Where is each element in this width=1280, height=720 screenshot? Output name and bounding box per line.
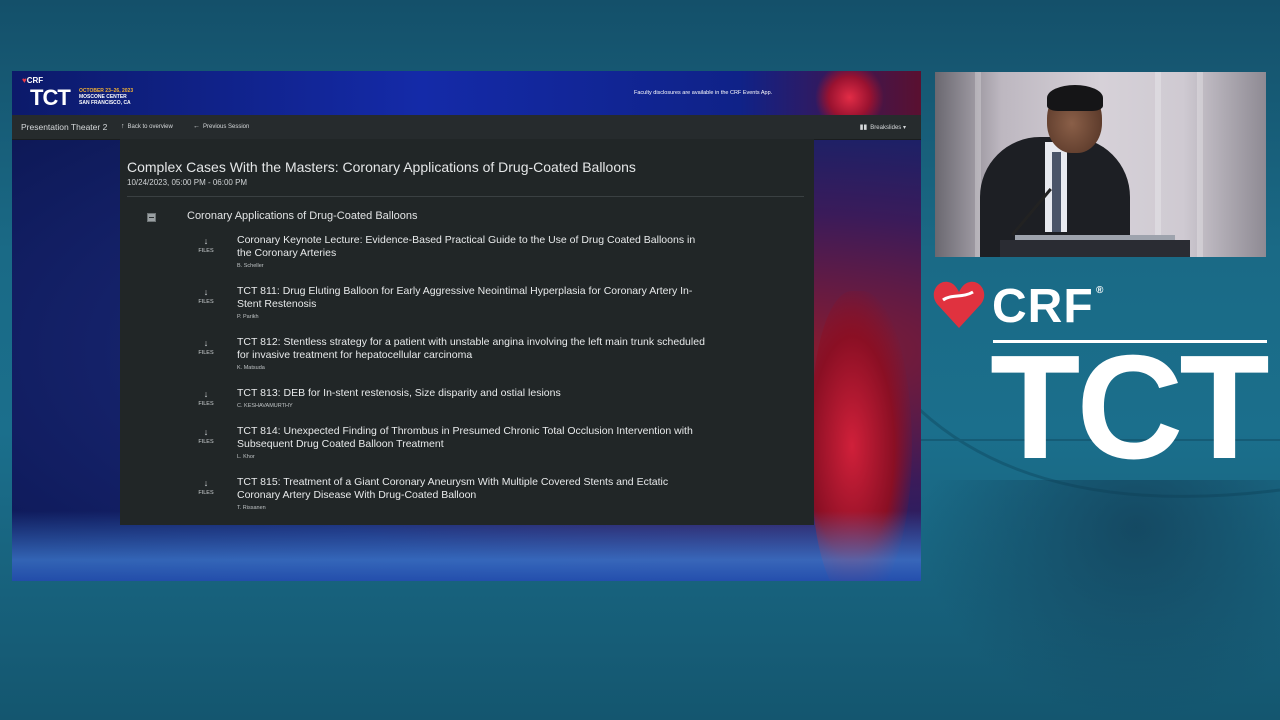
presentation-item: ↓ FILES TCT 811: Drug Eluting Balloon fo… — [120, 285, 814, 334]
presentation-author: K. Matsuda — [237, 365, 265, 371]
download-icon[interactable]: ↓ — [197, 339, 215, 348]
download-icon[interactable]: ↓ — [197, 390, 215, 399]
presentation-item: ↓ FILES TCT 812: Stentless strategy for … — [120, 336, 814, 385]
conference-banner: ♥CRF TCT OCTOBER 23–26, 2023 MOSCONE CEN… — [12, 71, 921, 115]
breakslides-dropdown[interactable]: ▮▮ Breakslides ▾ — [860, 123, 906, 131]
presentation-item: ↓ FILES TCT 814: Unexpected Finding of T… — [120, 425, 814, 474]
download-icon[interactable]: ↓ — [197, 288, 215, 297]
session-nav-bar: Presentation Theater 2 ↑ Back to overview… — [12, 115, 921, 140]
heart-icon — [933, 281, 985, 328]
divider — [127, 196, 804, 197]
presentation-author: C. KESHAVAMURTHY — [237, 403, 293, 409]
presentation-author: P. Parikh — [237, 314, 259, 320]
files-label[interactable]: FILES — [193, 350, 219, 356]
event-info: OCTOBER 23–26, 2023 MOSCONE CENTER SAN F… — [79, 88, 133, 106]
speaker-video — [935, 72, 1266, 257]
registered-mark: ® — [1096, 285, 1104, 296]
pause-icon: ▮▮ — [859, 124, 868, 131]
files-label[interactable]: FILES — [193, 299, 219, 305]
presentation-title[interactable]: TCT 815: Treatment of a Giant Coronary A… — [237, 476, 707, 502]
speaker-tie — [1052, 152, 1061, 232]
presentation-author: T. Rissanen — [237, 505, 266, 511]
curtain-fold — [1155, 72, 1161, 257]
download-icon[interactable]: ↓ — [197, 428, 215, 437]
presentation-title[interactable]: Coronary Keynote Lecture: Evidence-Based… — [237, 234, 707, 260]
header-heart-graphic — [812, 71, 887, 115]
curtain-fold — [1197, 72, 1203, 257]
files-label[interactable]: FILES — [193, 439, 219, 445]
files-label[interactable]: FILES — [193, 248, 219, 254]
room-label: Presentation Theater 2 — [21, 122, 108, 132]
files-label[interactable]: FILES — [193, 401, 219, 407]
presentation-author: L. Khor — [237, 454, 255, 460]
collapse-icon[interactable] — [147, 213, 156, 222]
caret-down-icon: ▾ — [902, 125, 906, 131]
crf-small-logo: ♥CRF — [22, 76, 44, 85]
brand-tct-text: TCT — [990, 325, 1270, 490]
tct-small-logo: TCT — [30, 85, 71, 110]
previous-session-link[interactable]: ← Previous Session — [193, 123, 249, 130]
session-title: Complex Cases With the Masters: Coronary… — [127, 159, 636, 175]
download-icon[interactable]: ↓ — [197, 479, 215, 488]
disclosure-note: Faculty disclosures are available in the… — [634, 90, 773, 96]
presentation-item: ↓ FILES TCT 815: Treatment of a Giant Co… — [120, 476, 814, 525]
presentation-title[interactable]: TCT 814: Unexpected Finding of Thrombus … — [237, 425, 707, 451]
presentation-title[interactable]: TCT 812: Stentless strategy for a patien… — [237, 336, 707, 362]
session-time: 10/24/2023, 05:00 PM - 06:00 PM — [127, 178, 248, 187]
crf-tct-logo: CRF ® TCT — [930, 280, 1270, 488]
arrow-up-icon: ↑ — [121, 123, 125, 130]
presentation-item: ↓ FILES Coronary Keynote Lecture: Eviden… — [120, 234, 814, 283]
speaker-hair — [1047, 85, 1103, 111]
session-panel: Complex Cases With the Masters: Coronary… — [120, 139, 814, 525]
download-icon[interactable]: ↓ — [197, 237, 215, 246]
presentation-title[interactable]: TCT 811: Drug Eluting Balloon for Early … — [237, 285, 707, 311]
arrow-left-icon: ← — [193, 123, 200, 130]
group-title: Coronary Applications of Drug-Coated Bal… — [187, 210, 418, 222]
back-to-overview-link[interactable]: ↑ Back to overview — [121, 123, 173, 130]
event-city: SAN FRANCISCO, CA — [79, 100, 131, 106]
presentation-screen: ♥CRF TCT OCTOBER 23–26, 2023 MOSCONE CEN… — [12, 71, 921, 581]
files-label[interactable]: FILES — [193, 490, 219, 496]
presentation-title[interactable]: TCT 813: DEB for In-stent restenosis, Si… — [237, 387, 707, 400]
podium — [1000, 240, 1190, 257]
presentation-author: B. Scheller — [237, 263, 264, 269]
